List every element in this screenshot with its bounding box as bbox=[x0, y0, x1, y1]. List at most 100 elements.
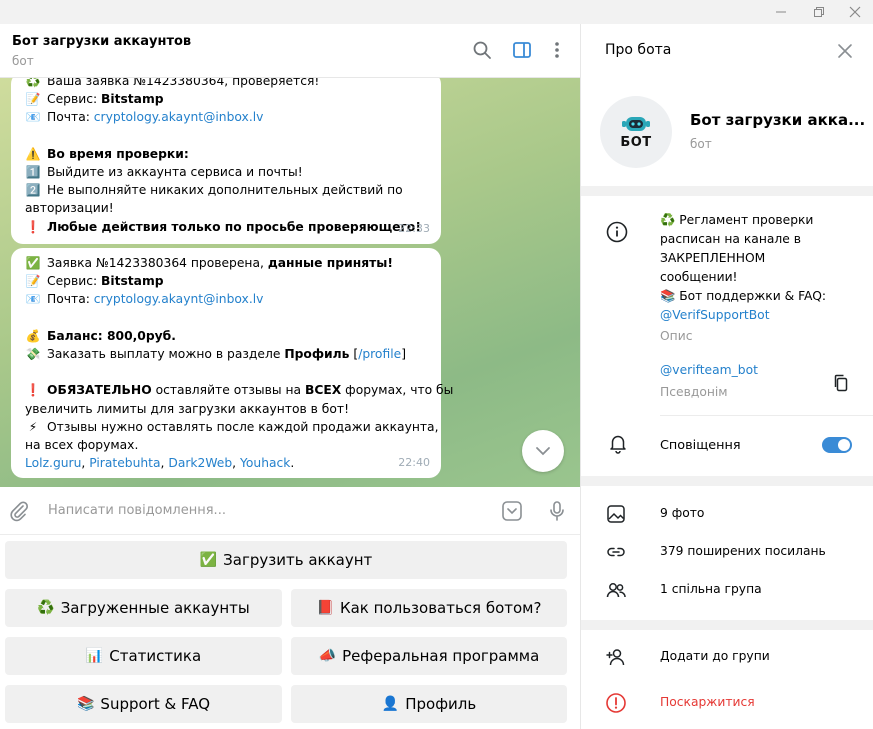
bold-text: Баланс: 800,0руб. bbox=[47, 328, 176, 343]
recycle-icon: ♻️ bbox=[37, 600, 55, 616]
minimize-button[interactable] bbox=[763, 0, 799, 24]
keyboard-toggle-icon bbox=[502, 501, 522, 521]
shared-photos-row[interactable]: 9 фото bbox=[581, 499, 873, 529]
maximize-button[interactable] bbox=[801, 0, 837, 24]
attach-button[interactable] bbox=[8, 500, 30, 522]
message-line: 2️⃣ Не выполняйте никаких дополнительных … bbox=[25, 181, 427, 199]
separator: , bbox=[232, 456, 240, 471]
shared-links-row[interactable]: 379 поширених посилань bbox=[581, 537, 873, 567]
robot-icon bbox=[622, 117, 650, 131]
info-icon bbox=[605, 220, 629, 244]
close-panel-button[interactable] bbox=[835, 41, 855, 61]
message-line: ♻️ Ваша заявка №1423380364, проверяется! bbox=[25, 78, 427, 90]
message-line: 📧 Почта: cryptology.akaynt@inbox.lv bbox=[25, 108, 427, 126]
emoji-icon: ⚠️ bbox=[25, 146, 41, 161]
megaphone-icon: 📣 bbox=[318, 648, 337, 664]
message-bubble[interactable]: ♻️ Ваша заявка №1423380364, проверяется! 📝… bbox=[11, 78, 441, 244]
message-text: ✅ Заявка №1423380364 проверена, данные пр… bbox=[25, 254, 453, 472]
support-bot-link[interactable]: @VerifSupportBot bbox=[660, 306, 850, 325]
copy-icon[interactable] bbox=[831, 373, 851, 393]
voice-button[interactable] bbox=[545, 499, 569, 523]
bold-text: Профиль bbox=[284, 346, 350, 361]
text-span: Почта: bbox=[47, 292, 94, 307]
text-span: увеличить лимиты для загрузки аккаунтов … bbox=[25, 401, 350, 416]
close-icon bbox=[849, 6, 861, 18]
forum-link[interactable]: Piratebuhta bbox=[89, 456, 160, 470]
user-icon: 👤 bbox=[381, 696, 400, 712]
shared-links-label: 379 поширених посилань bbox=[660, 544, 826, 558]
emoji-icon: 📝 bbox=[25, 92, 41, 107]
description-line: расписан на канале в bbox=[660, 232, 801, 246]
restore-icon bbox=[814, 7, 824, 17]
statistics-button[interactable]: 📊 Статистика bbox=[5, 637, 282, 675]
bot-username[interactable]: @verifteam_bot bbox=[660, 363, 758, 377]
message-text: ♻️ Ваша заявка №1423380364, проверяется! 📝… bbox=[25, 78, 427, 236]
button-label: Профиль bbox=[405, 695, 477, 713]
how-to-use-button[interactable]: 📕 Как пользоваться ботом? bbox=[291, 589, 567, 627]
chat-subtitle: бот bbox=[12, 54, 34, 68]
message-link[interactable]: cryptology.akaynt@inbox.lv bbox=[94, 110, 264, 124]
chat-header: Бот загрузки аккаунтов бот bbox=[0, 24, 580, 78]
text-span: Отзывы нужно оставлять после каждой прод… bbox=[47, 419, 439, 434]
forum-link[interactable]: Lolz.guru bbox=[25, 456, 81, 470]
description-label: Опис bbox=[660, 329, 693, 343]
emoji-icon: 💰 bbox=[25, 328, 41, 343]
chat-history[interactable]: ♻️ Ваша заявка №1423380364, проверяется! 📝… bbox=[0, 78, 580, 487]
notifications-toggle[interactable] bbox=[822, 437, 852, 453]
message-line: ✅ Заявка №1423380364 проверена, данные пр… bbox=[25, 254, 427, 272]
bold-text: данные приняты! bbox=[267, 256, 393, 270]
bot-name: Бот загрузки акка... bbox=[690, 111, 866, 129]
message-line: ⚠️ Во время проверки: bbox=[25, 145, 427, 163]
close-window-button[interactable] bbox=[837, 0, 873, 24]
text-span: Сервис: bbox=[47, 274, 102, 289]
bot-info-panel: Про бота БОТ Бот загрузки акка... бот ♻️… bbox=[581, 24, 873, 729]
paperclip-icon bbox=[10, 501, 28, 522]
description-line: 📚 Бот поддержки & FAQ: bbox=[660, 289, 827, 303]
book-icon: 📕 bbox=[316, 600, 334, 616]
minimize-icon bbox=[776, 11, 786, 13]
emoji-icon: ❗ bbox=[25, 383, 41, 398]
sidebar-icon bbox=[513, 42, 531, 58]
description-line: ♻️ Регламент проверки bbox=[660, 213, 814, 227]
forum-link[interactable]: Dark2Web bbox=[168, 456, 232, 470]
report-label: Поскаржитися bbox=[660, 695, 755, 709]
uploaded-accounts-button[interactable]: ♻️ Загруженные аккаунты bbox=[5, 589, 282, 627]
text-span: Заказать выплату можно в разделе bbox=[47, 346, 285, 361]
bold-text: Bitstamp bbox=[101, 92, 164, 107]
avatar[interactable]: БОТ bbox=[600, 96, 672, 168]
shared-photos-label: 9 фото bbox=[660, 506, 705, 520]
common-groups-row[interactable]: 1 спільна група bbox=[581, 575, 873, 605]
message-time: 22:33 bbox=[398, 221, 430, 235]
bold-text: ОБЯЗАТЕЛЬНО bbox=[47, 383, 152, 398]
check-icon: ✅ bbox=[199, 552, 218, 568]
message-line: 📧 Почта: cryptology.akaynt@inbox.lv bbox=[25, 290, 427, 308]
text-span: оставляйте отзывы на bbox=[151, 383, 305, 398]
message-time: 22:40 bbox=[398, 455, 430, 469]
emoji-icon: ♻️ bbox=[25, 78, 41, 88]
text-span: форумах, что бы bbox=[341, 383, 454, 398]
search-button[interactable] bbox=[470, 38, 494, 62]
support-faq-button[interactable]: 📚 Support & FAQ bbox=[5, 685, 282, 723]
message-bubble[interactable]: ✅ Заявка №1423380364 проверена, данные пр… bbox=[11, 248, 453, 478]
more-button[interactable] bbox=[545, 38, 569, 62]
report-row[interactable]: Поскаржитися bbox=[581, 688, 873, 718]
bold-text: ВСЕХ bbox=[304, 383, 342, 398]
forum-link[interactable]: Youhack bbox=[240, 456, 290, 470]
bot-keyboard-button[interactable] bbox=[500, 499, 524, 523]
scroll-to-bottom-button[interactable] bbox=[522, 430, 564, 472]
message-link[interactable]: /profile bbox=[358, 347, 401, 361]
message-link[interactable]: cryptology.akaynt@inbox.lv bbox=[94, 292, 264, 306]
message-input[interactable]: Написати повідомлення... bbox=[48, 503, 226, 518]
referral-program-button[interactable]: 📣 Реферальная программа bbox=[291, 637, 567, 675]
message-composer: Написати повідомлення... bbox=[0, 487, 580, 535]
text-span: Ваша заявка №1423380364, проверяется! bbox=[47, 78, 320, 88]
window-titlebar bbox=[0, 0, 873, 24]
add-to-group-row[interactable]: Додати до групи bbox=[581, 642, 873, 672]
add-to-group-label: Додати до групи bbox=[660, 649, 770, 663]
toggle-sidebar-button[interactable] bbox=[510, 38, 534, 62]
bot-type: бот bbox=[690, 137, 712, 151]
upload-account-button[interactable]: ✅ Загрузить аккаунт bbox=[5, 541, 567, 579]
text-span: на всех форумах. bbox=[25, 437, 139, 452]
profile-button[interactable]: 👤 Профиль bbox=[291, 685, 567, 723]
chat-title[interactable]: Бот загрузки аккаунтов bbox=[12, 34, 191, 49]
